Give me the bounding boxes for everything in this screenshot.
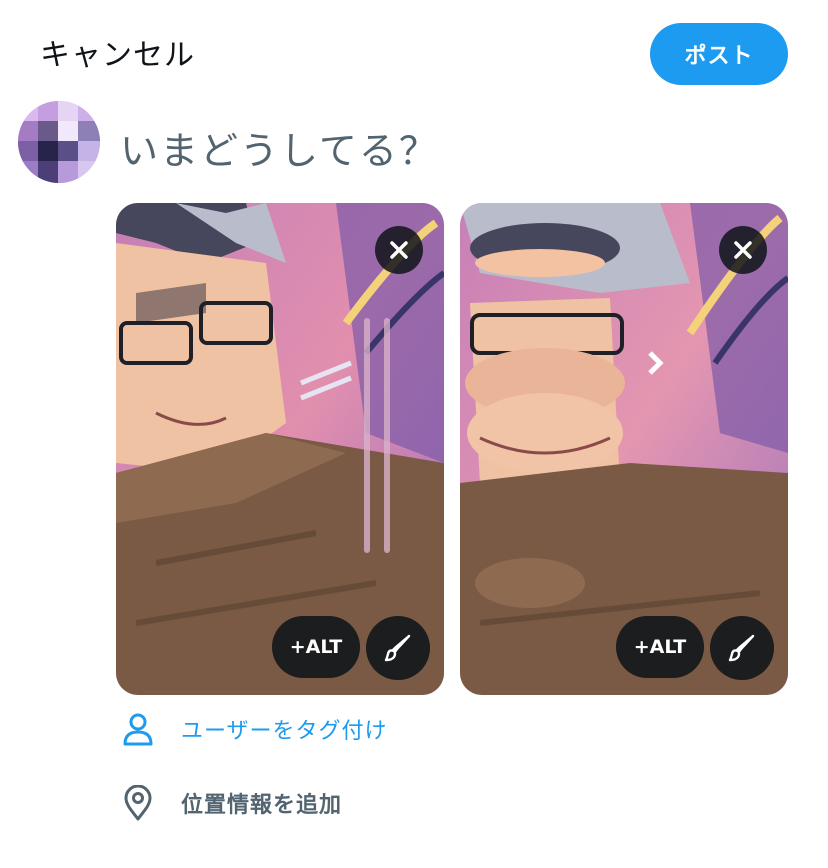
remove-media-button[interactable] — [375, 226, 423, 274]
media-thumbnail-1[interactable]: +ALT — [116, 203, 444, 695]
avatar[interactable] — [18, 101, 100, 183]
close-icon — [734, 241, 752, 259]
person-icon — [120, 711, 156, 747]
close-icon — [390, 241, 408, 259]
tag-users-button[interactable]: ユーザーをタグ付け — [120, 711, 388, 747]
tag-users-label: ユーザーをタグ付け — [181, 719, 388, 744]
add-alt-text-button[interactable]: +ALT — [272, 616, 360, 678]
add-location-button[interactable]: 位置情報を追加 — [120, 785, 342, 821]
cancel-button[interactable]: キャンセル — [40, 30, 195, 74]
location-pin-icon — [120, 785, 156, 821]
add-location-label: 位置情報を追加 — [181, 793, 343, 818]
compose-post-screen: キャンセル ポスト いまどうしてる？ +ALT +ALT ユーザーをタグ付け 位… — [0, 0, 828, 868]
brush-icon — [728, 634, 755, 662]
post-text-input[interactable]: いまどうしてる？ — [120, 120, 439, 175]
add-alt-text-button[interactable]: +ALT — [616, 616, 704, 678]
media-thumbnail-2[interactable]: +ALT — [460, 203, 788, 695]
brush-icon — [384, 634, 411, 662]
post-button[interactable]: ポスト — [650, 23, 788, 85]
edit-media-button[interactable] — [710, 616, 774, 680]
remove-media-button[interactable] — [719, 226, 767, 274]
edit-media-button[interactable] — [366, 616, 430, 680]
